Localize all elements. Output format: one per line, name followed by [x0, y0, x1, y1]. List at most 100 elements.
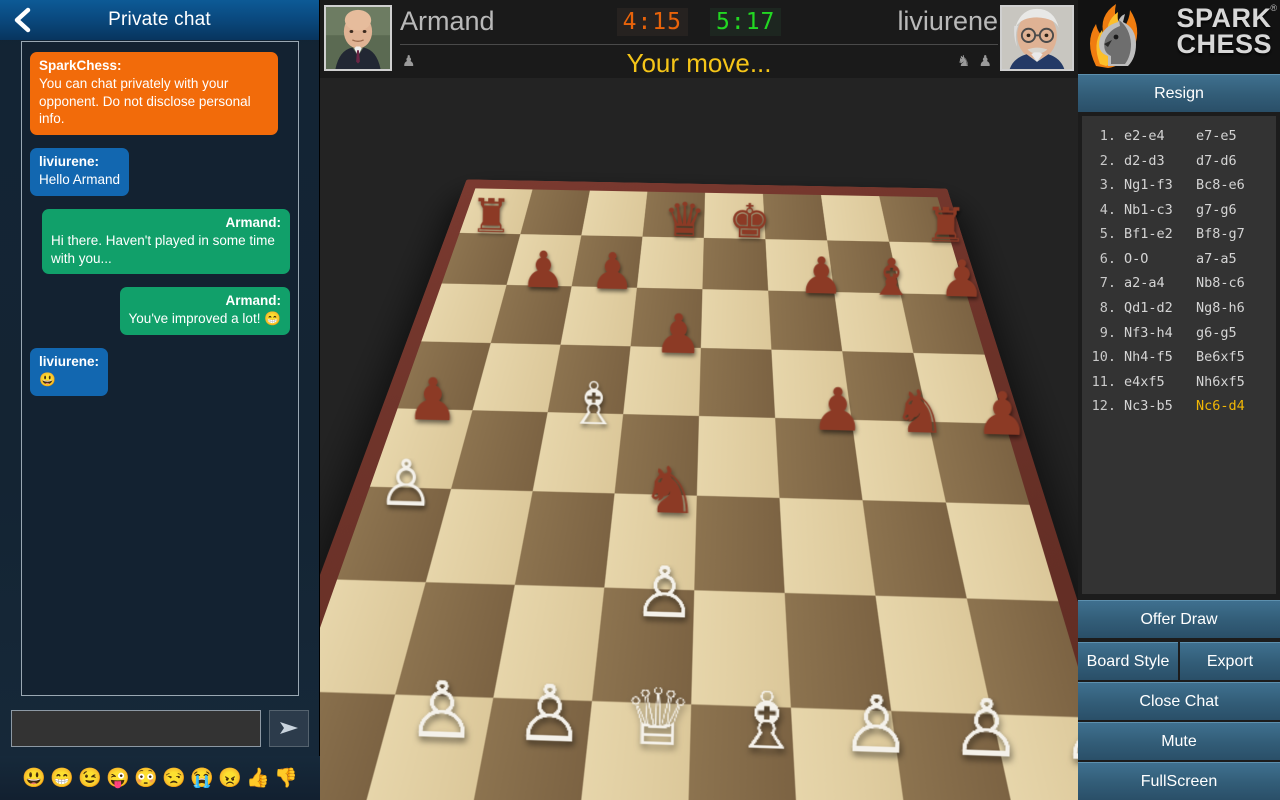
board-square-f3[interactable]: [779, 497, 876, 596]
offer-draw-button[interactable]: Offer Draw: [1078, 600, 1280, 638]
board-square-e3[interactable]: [694, 495, 785, 593]
chat-message-list[interactable]: SparkChess: You can chat privately with y…: [21, 41, 299, 696]
move-white[interactable]: e2-e4: [1124, 124, 1196, 149]
move-black[interactable]: a7-a5: [1196, 247, 1237, 272]
board-square-e8[interactable]: [703, 192, 766, 240]
move-black[interactable]: Bf8-g7: [1196, 222, 1245, 247]
emoji-button-7[interactable]: 😠: [218, 769, 242, 788]
board-square-c5[interactable]: [547, 344, 631, 415]
emoji-button-8[interactable]: 👍: [246, 769, 270, 788]
board-square-d3[interactable]: [604, 493, 697, 591]
board-square-f4[interactable]: [775, 417, 863, 501]
chevron-left-icon[interactable]: [6, 3, 40, 37]
board-square-d1[interactable]: [576, 701, 692, 800]
emoji-button-5[interactable]: 😒: [162, 769, 186, 788]
board-square-c8[interactable]: [581, 190, 648, 237]
move-white[interactable]: Bf1-e2: [1124, 222, 1196, 247]
board-square-e7[interactable]: [702, 237, 769, 291]
move-row[interactable]: 3. Ng1-f3 Bc8-e6: [1088, 173, 1270, 198]
move-black[interactable]: Ng8-h6: [1196, 296, 1245, 321]
emoji-button-3[interactable]: 😜: [106, 769, 130, 788]
move-white[interactable]: a2-a4: [1124, 271, 1196, 296]
emoji-button-9[interactable]: 👎: [274, 769, 298, 788]
board-square-h5[interactable]: [913, 352, 1006, 424]
move-black[interactable]: Bc8-e6: [1196, 173, 1245, 198]
board-square-e5[interactable]: [699, 347, 776, 418]
board-square-f7[interactable]: [765, 239, 835, 293]
move-row[interactable]: 2. d2-d3 d7-d6: [1088, 149, 1270, 174]
board-square-b6[interactable]: [490, 284, 572, 345]
move-white[interactable]: Nh4-f5: [1124, 345, 1196, 370]
board-square-e4[interactable]: [696, 416, 780, 498]
board-square-d5[interactable]: [623, 346, 701, 416]
move-white[interactable]: Nf3-h4: [1124, 321, 1196, 346]
board-style-button[interactable]: Board Style: [1078, 642, 1178, 680]
move-white[interactable]: Nc3-b5: [1124, 394, 1196, 419]
emoji-picker-bar[interactable]: 😃 😁 😉 😜 😳 😒 😭 😠 👍 👎: [0, 756, 320, 800]
resign-button[interactable]: Resign: [1078, 74, 1280, 112]
move-black[interactable]: Nc6-d4: [1196, 394, 1245, 419]
board-square-g8[interactable]: [820, 194, 890, 242]
move-row[interactable]: 6. O-O a7-a5: [1088, 247, 1270, 272]
board-square-f6[interactable]: [768, 290, 843, 352]
move-white[interactable]: d2-d3: [1124, 149, 1196, 174]
board-square-d8[interactable]: [642, 191, 706, 238]
board-square-d7[interactable]: [636, 236, 704, 290]
fullscreen-button[interactable]: FullScreen: [1078, 762, 1280, 800]
move-white[interactable]: Nb1-c3: [1124, 198, 1196, 223]
move-row[interactable]: 11. e4xf5 Nh6xf5: [1088, 370, 1270, 395]
board-square-g7[interactable]: [827, 240, 901, 294]
board-square-h4[interactable]: [928, 421, 1030, 505]
move-white[interactable]: O-O: [1124, 247, 1196, 272]
board-square-f8[interactable]: [762, 193, 828, 241]
move-row[interactable]: 12. Nc3-b5 Nc6-d4: [1088, 394, 1270, 419]
board-square-e1[interactable]: [687, 704, 799, 800]
mute-button[interactable]: Mute: [1078, 722, 1280, 760]
emoji-button-6[interactable]: 😭: [190, 769, 214, 788]
board-square-h6[interactable]: [900, 293, 985, 355]
board-square-c4[interactable]: [532, 412, 624, 494]
move-list[interactable]: 1. e2-e4 e7-e5 2. d2-d3 d7-d6 3. Ng1-f3 Bc8-e6 4.…: [1082, 116, 1276, 594]
send-button[interactable]: [269, 709, 309, 747]
move-black[interactable]: g7-g6: [1196, 198, 1237, 223]
board-square-b7[interactable]: [506, 234, 582, 287]
board-square-h8[interactable]: [879, 196, 952, 243]
board-square-d2[interactable]: [591, 587, 695, 705]
move-row[interactable]: 8. Qd1-d2 Ng8-h6: [1088, 296, 1270, 321]
move-row[interactable]: 5. Bf1-e2 Bf8-g7: [1088, 222, 1270, 247]
board-square-f5[interactable]: [771, 349, 852, 420]
move-black[interactable]: Nh6xf5: [1196, 370, 1245, 395]
board-square-f2[interactable]: [784, 592, 892, 711]
board-square-d6[interactable]: [630, 287, 703, 348]
move-white[interactable]: Qd1-d2: [1124, 296, 1196, 321]
board-square-h7[interactable]: [889, 241, 967, 295]
chat-input[interactable]: [11, 709, 261, 747]
move-row[interactable]: 9. Nf3-h4 g6-g5: [1088, 321, 1270, 346]
emoji-button-4[interactable]: 😳: [134, 769, 158, 788]
move-black[interactable]: e7-e5: [1196, 124, 1237, 149]
move-white[interactable]: e4xf5: [1124, 370, 1196, 395]
board-square-e2[interactable]: [691, 590, 791, 708]
board-square-c3[interactable]: [514, 491, 615, 588]
move-row[interactable]: 7. a2-a4 Nb8-c6: [1088, 271, 1270, 296]
emoji-button-1[interactable]: 😁: [50, 769, 74, 788]
export-button[interactable]: Export: [1180, 642, 1280, 680]
move-black[interactable]: d7-d6: [1196, 149, 1237, 174]
move-row[interactable]: 4. Nb1-c3 g7-g6: [1088, 198, 1270, 223]
close-chat-button[interactable]: Close Chat: [1078, 682, 1280, 720]
board-square-b8[interactable]: [520, 189, 590, 236]
move-black[interactable]: Nb8-c6: [1196, 271, 1245, 296]
emoji-button-2[interactable]: 😉: [78, 769, 102, 788]
board-square-d4[interactable]: [614, 414, 699, 496]
board-square-e6[interactable]: [700, 289, 772, 350]
chessboard-grid[interactable]: [320, 188, 1078, 800]
board-square-c7[interactable]: [571, 235, 643, 288]
move-white[interactable]: Ng1-f3: [1124, 173, 1196, 198]
emoji-button-0[interactable]: 😃: [22, 769, 46, 788]
chessboard-wrapper[interactable]: ♜♛♚♜♟♟♟♝♟♟♟♗♟♞♟♙♞♙♙♙♕♗♙♙♙♖♙♖♔: [320, 78, 1078, 800]
move-black[interactable]: g6-g5: [1196, 321, 1237, 346]
move-black[interactable]: Be6xf5: [1196, 345, 1245, 370]
move-row[interactable]: 10. Nh4-f5 Be6xf5: [1088, 345, 1270, 370]
board-square-c6[interactable]: [560, 286, 637, 347]
move-row[interactable]: 1. e2-e4 e7-e5: [1088, 124, 1270, 149]
